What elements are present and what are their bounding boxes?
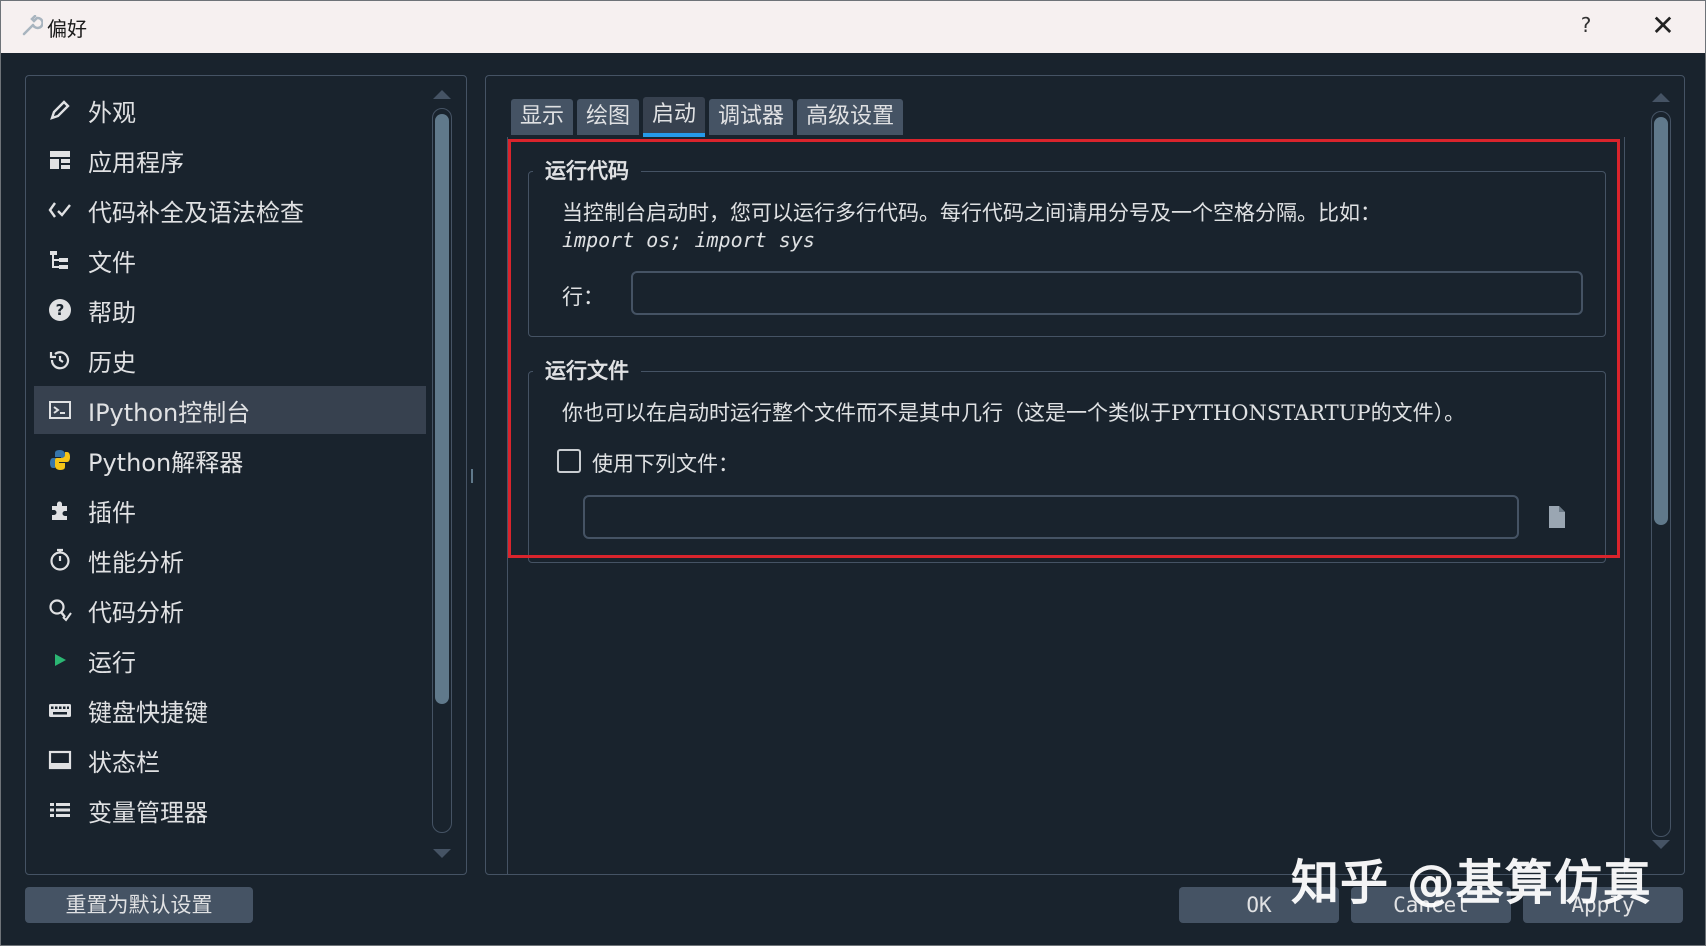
panel-splitter[interactable] [471, 469, 475, 483]
svg-text:?: ? [56, 301, 65, 319]
title-bar: 偏好 ? ✕ [1, 1, 1705, 53]
nav-item-label: 帮助 [88, 298, 136, 327]
nav-item-python-interpreter[interactable]: Python解释器 [34, 436, 426, 484]
layout-icon [46, 146, 74, 174]
keyboard-icon [46, 696, 74, 724]
nav-item-plugins[interactable]: 插件 [34, 486, 426, 534]
tab-graphics[interactable]: 绘图 [577, 99, 640, 135]
nav-scrollbar[interactable] [431, 86, 453, 866]
scroll-down-arrow-icon[interactable] [1652, 840, 1670, 849]
terminal-icon [46, 396, 74, 424]
nav-item-application[interactable]: 应用程序 [34, 136, 426, 184]
nav-item-label: 状态栏 [88, 748, 160, 777]
window-title: 偏好 [47, 17, 87, 41]
nav-item-profiler[interactable]: 性能分析 [34, 536, 426, 584]
stopwatch-icon [46, 546, 74, 574]
nav-item-label: 代码分析 [88, 598, 184, 627]
wrench-icon [21, 14, 44, 37]
play-icon [46, 646, 74, 674]
nav-item-completion-linting[interactable]: 代码补全及语法检查 [34, 186, 426, 234]
nav-item-label: 应用程序 [88, 148, 184, 177]
nav-item-appearance[interactable]: 外观 [34, 86, 426, 134]
tab-debugger[interactable]: 调试器 [709, 99, 794, 135]
preferences-dialog: 偏好 ? ✕ 外观 应用程序 代码补全及语法检查 文件 ? 帮助 历史 IPyt… [0, 0, 1706, 946]
code-analysis-icon [46, 596, 74, 624]
nav-item-help[interactable]: ? 帮助 [34, 286, 426, 334]
nav-item-history[interactable]: 历史 [34, 336, 426, 384]
statusbar-icon [46, 746, 74, 774]
nav-item-code-analysis[interactable]: 代码分析 [34, 586, 426, 634]
tab-advanced-settings[interactable]: 高级设置 [797, 99, 904, 135]
nav-item-label: 键盘快捷键 [88, 698, 208, 727]
history-icon [46, 346, 74, 374]
help-button[interactable]: ? [1571, 13, 1601, 37]
nav-item-label: 运行 [88, 648, 136, 677]
file-tree-icon [46, 246, 74, 274]
highlight-annotation [508, 139, 1620, 558]
watermark: 知乎 @基算仿真 [1291, 855, 1652, 911]
nav-item-label: IPython控制台 [88, 398, 251, 427]
nav-item-run[interactable]: 运行 [34, 636, 426, 684]
puzzle-icon [46, 496, 74, 524]
nav-item-shortcuts[interactable]: 键盘快捷键 [34, 686, 426, 734]
reset-defaults-button[interactable]: 重置为默认设置 [25, 887, 253, 923]
scroll-up-arrow-icon[interactable] [1652, 93, 1670, 102]
python-icon [46, 446, 74, 474]
tab-startup[interactable]: 启动 [643, 97, 706, 137]
nav-item-label: 历史 [88, 348, 136, 377]
nav-item-label: 代码补全及语法检查 [88, 198, 304, 227]
scroll-thumb[interactable] [435, 114, 449, 704]
nav-item-label: Python解释器 [88, 448, 244, 477]
nav-item-label: 插件 [88, 498, 136, 527]
close-button[interactable]: ✕ [1643, 9, 1683, 42]
code-check-icon [46, 196, 74, 224]
content-scrollbar[interactable] [1649, 89, 1673, 849]
nav-item-files[interactable]: 文件 [34, 236, 426, 284]
nav-item-label: 文件 [88, 248, 136, 277]
nav-item-label: 变量管理器 [88, 798, 208, 827]
tab-display[interactable]: 显示 [511, 99, 574, 135]
help-icon: ? [46, 296, 74, 324]
paint-brush-icon [46, 96, 74, 124]
nav-item-status-bar[interactable]: 状态栏 [34, 736, 426, 784]
tab-bar: 显示 绘图 启动 调试器 高级设置 [511, 97, 907, 139]
scroll-up-arrow-icon[interactable] [433, 90, 451, 99]
nav-item-label: 外观 [88, 98, 136, 127]
nav-item-variable-explorer[interactable]: 变量管理器 [34, 786, 426, 834]
preferences-nav: 外观 应用程序 代码补全及语法检查 文件 ? 帮助 历史 IPython控制台 … [25, 75, 467, 875]
list-icon [46, 796, 74, 824]
scroll-thumb[interactable] [1654, 117, 1668, 525]
nav-item-ipython-console[interactable]: IPython控制台 [34, 386, 426, 434]
nav-item-label: 性能分析 [88, 548, 184, 577]
scroll-down-arrow-icon[interactable] [433, 849, 451, 858]
